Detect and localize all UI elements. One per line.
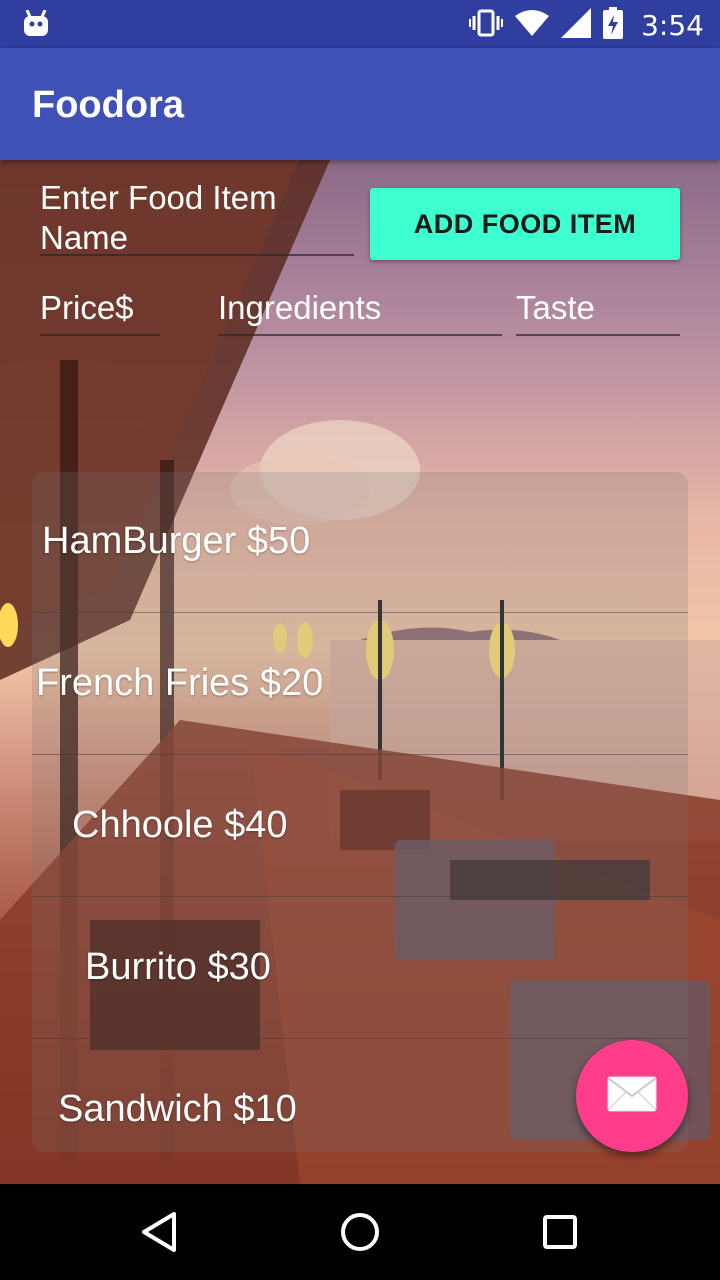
wifi-icon: [515, 10, 550, 40]
price-input[interactable]: Price$: [40, 288, 160, 336]
mail-icon: [607, 1076, 657, 1116]
list-item-label: French Fries $20: [36, 662, 324, 704]
food-name-placeholder: Enter Food Item Name: [40, 179, 277, 256]
ingredients-input[interactable]: Ingredients: [218, 288, 502, 336]
android-icon: [24, 9, 48, 40]
food-list[interactable]: HamBurger $50 French Fries $20 Chhoole $…: [32, 472, 688, 1152]
signal-icon: [561, 8, 592, 42]
status-time: 3:54: [641, 8, 704, 42]
back-icon[interactable]: [136, 1208, 184, 1256]
list-item[interactable]: French Fries $20: [32, 614, 688, 755]
add-food-item-button[interactable]: ADD FOOD ITEM: [370, 188, 680, 260]
recents-icon[interactable]: [536, 1208, 584, 1256]
battery-charging-icon: [603, 7, 624, 43]
vibrate-icon: [469, 9, 504, 41]
list-item[interactable]: Burrito $30: [32, 898, 688, 1039]
list-item-label: Chhoole $40: [72, 804, 288, 846]
list-item[interactable]: HamBurger $50: [32, 472, 688, 613]
list-item-label: HamBurger $50: [42, 520, 311, 562]
list-item[interactable]: Chhoole $40: [32, 756, 688, 897]
navigation-bar: [0, 1184, 720, 1280]
taste-placeholder: Taste: [516, 289, 595, 326]
list-item-label: Burrito $30: [85, 946, 271, 988]
home-icon[interactable]: [336, 1208, 384, 1256]
taste-input[interactable]: Taste: [516, 288, 680, 336]
app-title: Foodora: [32, 84, 184, 126]
status-bar: 3:54: [0, 0, 720, 48]
mail-fab-button[interactable]: [576, 1040, 688, 1152]
list-item-label: Sandwich $10: [58, 1088, 297, 1130]
ingredients-placeholder: Ingredients: [218, 289, 382, 326]
food-name-input[interactable]: Enter Food Item Name: [40, 178, 354, 256]
app-bar: Foodora: [0, 48, 720, 160]
price-placeholder: Price$: [40, 289, 134, 326]
